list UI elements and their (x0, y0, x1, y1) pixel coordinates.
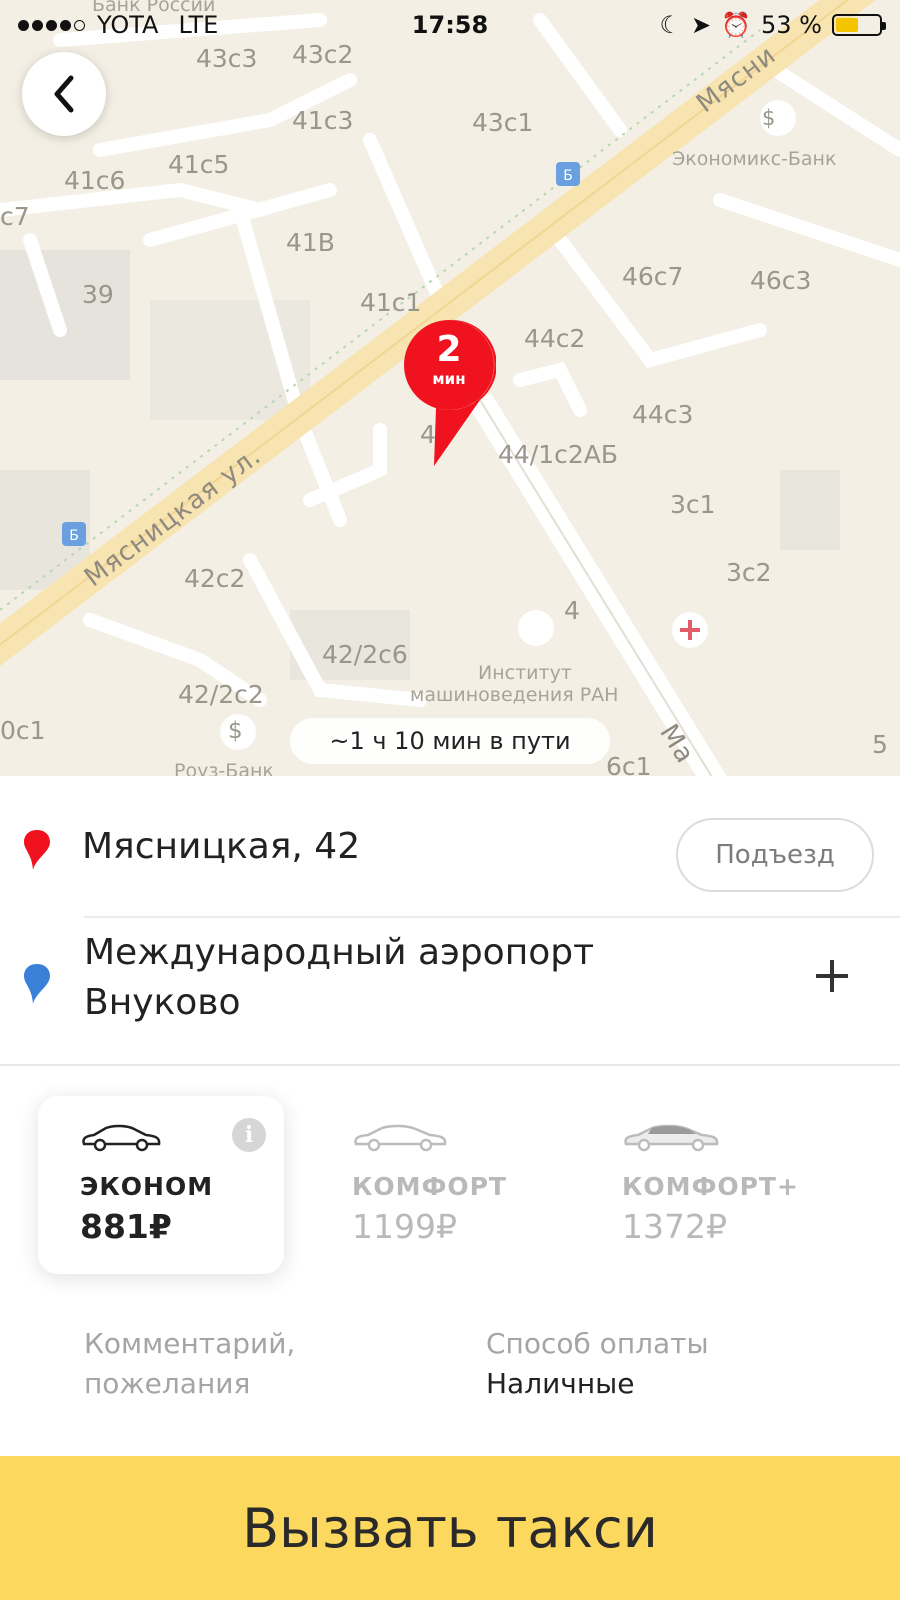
network-type: LTE (178, 11, 219, 39)
map-building-label: 44с2 (524, 324, 586, 353)
map-building-label: 6с1 (606, 752, 652, 776)
route-panel: Мясницкая, 42 Подъезд Международный аэро… (0, 776, 900, 1066)
tariff-price: 881₽ (80, 1207, 172, 1246)
map-building-label: 3с2 (726, 558, 772, 587)
car-icon (82, 1124, 161, 1152)
status-bar: YOTA LTE 17:58 ☾ ➤ ⏰ 53 % (0, 0, 900, 50)
plus-icon (816, 960, 848, 992)
map-building-label: 5 (872, 730, 888, 759)
poi-dollar-icon: $ (762, 106, 776, 130)
poi-label: машиноведения РАН (410, 684, 619, 706)
status-left: YOTA LTE (18, 11, 218, 39)
pickup-eta-minutes: 2 (436, 329, 462, 370)
chevron-left-icon (54, 75, 74, 113)
car-icon (624, 1124, 719, 1152)
tariff-name: ЭКОНОМ (80, 1172, 214, 1201)
tariff-price: 1199₽ (352, 1207, 457, 1246)
map-building-label: 3с1 (670, 490, 716, 519)
map-view[interactable]: Б Б 43с3 43с2 41с3 43с1 41с6 41с5 с7 41В… (0, 0, 900, 776)
destination-marker-icon (24, 964, 50, 1004)
comment-field[interactable]: Комментарий, пожелания (84, 1324, 414, 1404)
trip-duration-chip: ~1 ч 10 мин в пути (290, 718, 610, 764)
tariff-econom[interactable]: ЭКОНОМ 881₽ i (38, 1096, 284, 1274)
tariff-name: КОМФОРТ (352, 1172, 507, 1201)
car-icon (354, 1124, 447, 1152)
battery-icon (832, 14, 886, 36)
order-options: Комментарий, пожелания Способ оплаты Нал… (0, 1310, 900, 1420)
route-to-address: Международный аэропорт Внуково (84, 932, 595, 1023)
map-building-label: 41с6 (64, 166, 126, 195)
poi-label: Экономикс-Банк (672, 148, 837, 170)
svg-text:Б: Б (563, 168, 573, 184)
pickup-eta: 2 мин (402, 329, 496, 389)
map-building-label: 46с3 (750, 266, 812, 295)
map-building-label: 42/2с2 (178, 680, 264, 709)
poi-dollar-icon: $ (228, 718, 243, 744)
pickup-pin[interactable]: 2 мин (402, 318, 497, 468)
route-to-row[interactable]: Международный аэропорт Внуково (24, 916, 900, 1038)
status-right: ☾ ➤ ⏰ 53 % (659, 11, 886, 39)
tariff-name: КОМФОРТ+ (622, 1172, 799, 1201)
payment-method-label: Способ оплаты (486, 1327, 709, 1360)
map-building-label: 44с3 (632, 400, 694, 429)
entrance-button[interactable]: Подъезд (676, 818, 874, 892)
back-button[interactable] (22, 52, 106, 136)
tariff-comfort[interactable]: КОМФОРТ 1199₽ (310, 1096, 556, 1274)
map-building-label: 43с1 (472, 108, 534, 137)
map-building-label: 39 (82, 280, 114, 309)
map-building-label: 4 (564, 596, 580, 625)
battery-percent: 53 % (761, 11, 822, 39)
svg-text:Б: Б (69, 528, 79, 544)
map-building-label: 41с3 (292, 106, 354, 135)
add-stop-button[interactable] (804, 948, 860, 1004)
route-from-row[interactable]: Мясницкая, 42 Подъезд (0, 808, 900, 892)
location-arrow-icon: ➤ (691, 11, 712, 39)
pickup-marker-icon (24, 830, 50, 870)
tariff-comfort-plus[interactable]: КОМФОРТ+ 1372₽ (580, 1096, 880, 1274)
payment-method-field[interactable]: Способ оплаты Наличные (486, 1324, 846, 1404)
map-building-label: 41В (286, 228, 335, 257)
payment-method-value: Наличные (486, 1367, 635, 1400)
map-building-label: 46с7 (622, 262, 684, 291)
poi-label: Институт (478, 662, 572, 684)
tariff-selector: ЭКОНОМ 881₽ i КОМФОРТ 1199₽ КОМФОРТ+ 137… (0, 1066, 900, 1286)
map-building-label: 42с2 (184, 564, 246, 593)
carrier-name: YOTA (97, 11, 159, 39)
signal-strength-icon (18, 19, 85, 31)
map-building-label: 41с5 (168, 150, 230, 179)
map-building-label: 42/2с6 (322, 640, 408, 669)
map-building-label: 41с1 (360, 288, 422, 317)
battery-fill (836, 18, 859, 32)
map-building-label: 0с1 (0, 716, 46, 745)
route-from-address: Мясницкая, 42 (82, 826, 361, 867)
call-taxi-button[interactable]: Вызвать такси (0, 1456, 900, 1600)
moon-icon: ☾ (659, 11, 682, 39)
map-building-label: 44/1с2АБ (498, 440, 619, 469)
tariff-price: 1372₽ (622, 1207, 727, 1246)
map-building-label: с7 (0, 202, 30, 231)
alarm-icon: ⏰ (721, 11, 752, 39)
poi-label: Роуз-Банк (174, 760, 274, 776)
info-icon[interactable]: i (232, 1118, 266, 1152)
pickup-eta-unit: мин (432, 370, 466, 388)
